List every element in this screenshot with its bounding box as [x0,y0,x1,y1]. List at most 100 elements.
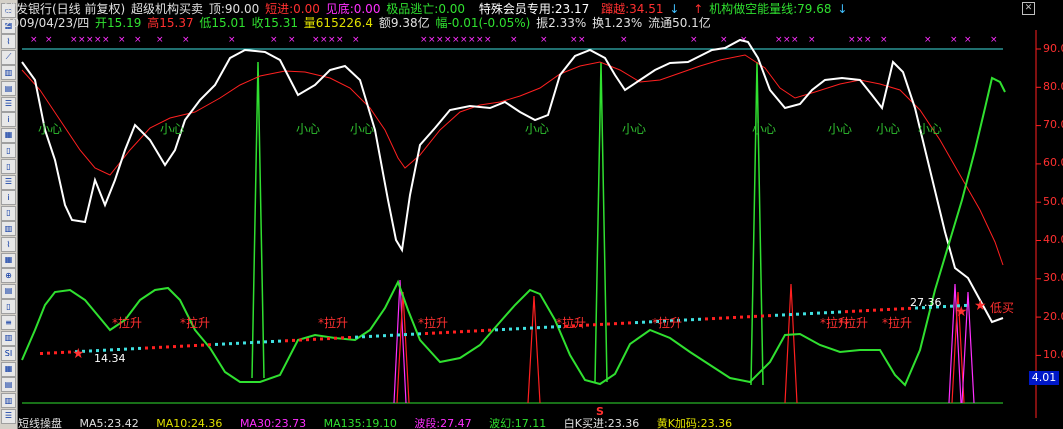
bottom-value: 见底:0.00 [325,2,381,16]
mid-dot [712,317,715,321]
close-icon[interactable]: ✕ [1022,2,1035,15]
top-marker: × [570,35,578,45]
top-marker: × [118,35,126,45]
mid-dot [131,347,134,351]
mid-dot [509,327,512,331]
mid-dot [215,342,218,346]
mid-dot [299,338,302,342]
volume-value: 量615226.4 [303,16,374,30]
top-marker: × [484,35,492,45]
mid-dot [684,318,687,322]
mid-dot [845,310,848,314]
mid-dot [950,304,953,308]
mid-dot [54,351,57,355]
top-marker: × [70,35,78,45]
mid-dot [747,315,750,319]
mid-dot [222,342,225,346]
mid-dot [691,318,694,322]
mid-dot [124,347,127,351]
green-spike [594,61,608,383]
mid-dot [439,331,442,335]
low-buy-label: 低买 [990,301,1015,315]
mid-dot [474,329,477,333]
mid-dot [208,343,211,347]
pull-up-label: *拉升 [418,316,449,330]
axis-tick: 70.00 [1043,118,1063,131]
mid-dot [502,327,505,331]
mid-dot [467,329,470,333]
short-in-value: 短进:0.00 [265,2,320,16]
jump-value: 蹿越:34.51 [601,2,664,16]
mid-dot [481,329,484,333]
mid-dot [285,339,288,343]
value-label-left: 14.34 [94,352,126,365]
mid-dot [607,322,610,326]
mid-dot [523,326,526,330]
mid-dot [180,344,183,348]
low-value: 低15.01 [199,16,246,30]
mid-dot [768,314,771,318]
top-marker: × [452,35,460,45]
top-marker: × [312,35,320,45]
last-value-badge: 4.01 [1029,371,1059,385]
member-value: 特殊会员专用:23.17 [478,2,590,16]
caution-label: 小心 [296,122,321,136]
footer-bar: 短线操盘 MA5:23.42 MA10:24.36 MA30:23.73 MA1… [18,418,746,429]
indicator-name: 超级机构买卖 [131,2,204,16]
mid-dot [453,330,456,334]
top-marker: × [270,35,278,45]
top-marker: × [228,35,236,45]
mid-dot [201,343,204,347]
mid-dot [446,330,449,334]
top-marker: × [540,35,548,45]
top-marker: × [182,35,190,45]
top-marker: × [950,35,958,45]
top-marker: × [620,35,628,45]
top-value: 顶:90.00 [208,2,260,16]
top-marker: × [134,35,142,45]
mid-dot [628,321,631,325]
mid-dot [348,335,351,339]
mid-dot [278,339,281,343]
mid-dot [236,341,239,345]
spike [784,283,798,404]
top-marker: × [78,35,86,45]
mid-dot [537,326,540,330]
caution-label: 小心 [350,122,375,136]
stock-title: 浦发银行(日线 前复权) [4,2,126,16]
top-marker: × [775,35,783,45]
mid-dot [698,317,701,321]
mid-dot [943,305,946,309]
mid-dot [159,345,162,349]
mid-dot [761,314,764,318]
header-row-1: 浦发银行(日线 前复权) 超级机构买卖 顶:90.00 短进:0.00 见底:0… [4,2,849,16]
mid-dot [250,341,253,345]
high-value: 高15.37 [147,16,194,30]
top-marker: × [964,35,972,45]
footer-item: MA5:23.42 [79,418,139,429]
down-arrow-icon: ↓ [669,2,680,16]
axis-tick: 30.00 [1043,271,1063,284]
footer-item: 短线操盘 [18,418,62,429]
star-icon: ★ [974,298,987,314]
top-marker: × [102,35,110,45]
top-marker: × [848,35,856,45]
mid-dot [789,313,792,317]
mid-dot [495,328,498,332]
pull-up-label: *拉升 [652,316,683,330]
change-value: 幅-0.01(-0.05%) [435,16,531,30]
mid-dot [544,325,547,329]
mid-dot [194,343,197,347]
pull-up-label: *拉升 [112,316,143,330]
mid-dot [642,320,645,324]
caution-label: 小心 [525,122,550,136]
top-marker: × [720,35,728,45]
mid-dot [530,326,533,330]
turnover-value: 换1.23% [592,16,643,30]
mid-dot [593,323,596,327]
pull-up-label: *拉升 [180,316,211,330]
mid-dot [264,340,267,344]
mid-dot [796,312,799,316]
pull-up-label: *拉升 [556,316,587,330]
star-icon: ★ [72,346,85,362]
